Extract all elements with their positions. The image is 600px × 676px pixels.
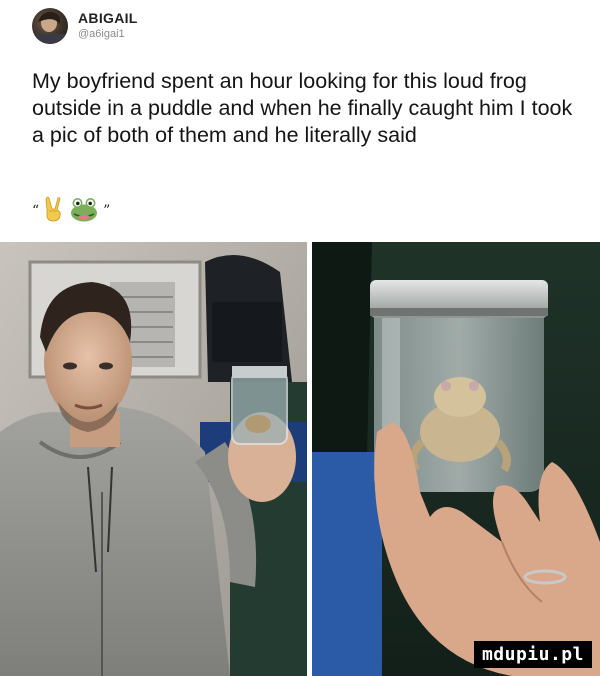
victory-hand-emoji-icon (43, 196, 65, 226)
photo-boyfriend-with-jar[interactable] (0, 242, 307, 676)
post-text: My boyfriend spent an hour looking for t… (32, 69, 573, 147)
post-header: ABIGAIL @a6igai1 (32, 8, 138, 44)
emoji-quote: “ ” (32, 196, 110, 226)
display-name[interactable]: ABIGAIL (78, 11, 138, 26)
user-handle[interactable]: @a6igai1 (78, 29, 138, 41)
photo-frog-in-jar[interactable] (312, 242, 600, 676)
avatar[interactable] (32, 8, 68, 44)
frog-emoji-icon (69, 196, 99, 226)
site-watermark: mdupiu.pl (473, 641, 592, 668)
quote-close: ” (103, 203, 111, 219)
photo-grid (0, 242, 600, 676)
quote-open: “ (32, 203, 40, 219)
